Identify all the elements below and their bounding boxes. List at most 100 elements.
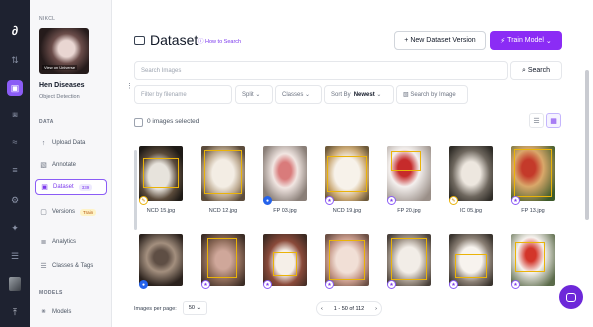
image-tile[interactable] — [325, 234, 369, 286]
image-tile[interactable] — [263, 234, 307, 286]
sidebar-item-label: Upload Data — [52, 140, 86, 146]
sidebar-item-versions[interactable]: ▢ Versions Train — [35, 204, 107, 220]
chat-icon — [566, 292, 576, 302]
image-tile[interactable] — [387, 234, 431, 286]
grid-view-toggle-icon[interactable]: ▦ — [546, 113, 561, 128]
sidebar-item-label: Classes & Tags — [52, 263, 94, 269]
image-tile[interactable] — [201, 234, 245, 286]
workflow-icon[interactable]: ⩏ — [7, 106, 23, 122]
dataset-rail-icon[interactable]: ▣ — [7, 80, 23, 96]
per-page-label: Images per page: — [134, 306, 177, 312]
annotation-status-icon: ✎ — [139, 196, 148, 205]
image-tile[interactable] — [511, 146, 555, 201]
annotation-status-icon: ★ — [387, 280, 396, 289]
page-title: Dataset — [150, 32, 199, 48]
upload-icon: ↑ — [41, 139, 46, 147]
how-to-search-link[interactable]: ⓘ How to Search — [198, 37, 241, 45]
chevron-down-icon: ⌄ — [374, 92, 382, 98]
list-view-toggle-icon[interactable]: ☰ — [529, 113, 544, 128]
image-tile[interactable] — [139, 146, 183, 201]
project-thumbnail[interactable]: View on Universe — [39, 28, 89, 74]
image-tile[interactable] — [139, 234, 183, 286]
filename-filter-input[interactable]: Filter by filename — [134, 85, 232, 104]
sort-label: Sort By — [331, 91, 351, 98]
sidebar-item-models[interactable]: ⨳ Models — [35, 304, 107, 320]
user-thumb-icon[interactable] — [7, 276, 23, 292]
deploy-icon[interactable]: ≈ — [7, 134, 23, 150]
settings-icon[interactable]: ⚙ — [7, 192, 23, 208]
sort-dropdown[interactable]: Sort By Newest ⌄ — [324, 85, 394, 104]
selection-count: 0 images selected — [147, 118, 200, 125]
search-by-image-label: Search by Image — [410, 91, 456, 98]
sidebar-item-label: Models — [52, 309, 72, 315]
annotation-status-icon: ★ — [325, 196, 334, 205]
search-by-image-button[interactable]: ▧ Search by Image — [396, 85, 468, 104]
sort-value: Newest — [353, 91, 375, 98]
annotation-status-icon: ★ — [263, 280, 272, 289]
page-range: 1 - 50 of 112 — [333, 305, 365, 312]
sidebar-item-label: Analytics — [52, 239, 77, 245]
image-filename: FP 03.jpg — [273, 208, 297, 214]
new-dataset-version-button[interactable]: + New Dataset Version — [394, 31, 486, 50]
section-data-label: DATA — [39, 119, 54, 125]
select-all-checkbox[interactable] — [134, 118, 143, 127]
stack-icon[interactable]: ≡ — [7, 162, 23, 178]
project-type: Object Detection — [39, 94, 80, 100]
sidebar-item-upload[interactable]: ↑ Upload Data — [35, 135, 107, 151]
dataset-title-icon — [134, 36, 145, 45]
annotation-status-icon: ● — [139, 280, 148, 289]
sidebar-item-dataset[interactable]: ▣ Dataset 339 — [35, 179, 107, 195]
image-tile[interactable] — [449, 234, 493, 286]
annotation-status-icon: ✎ — [449, 196, 458, 205]
chevron-down-icon: ⌄ — [194, 305, 202, 311]
annotation-status-icon: ★ — [387, 196, 396, 205]
sidebar-item-label: Annotate — [52, 162, 77, 168]
annotation-status-icon: ★ — [325, 280, 334, 289]
image-tile[interactable] — [201, 146, 245, 201]
image-tile[interactable] — [449, 146, 493, 201]
versions-train-badge: Train — [80, 208, 97, 216]
classes-label: Classes — [282, 91, 304, 98]
sidebar-item-classes-tags[interactable]: ☰ Classes & Tags — [35, 258, 107, 274]
search-input[interactable]: Search Images — [134, 61, 508, 80]
roboflow-logo-icon[interactable]: ∂ — [7, 22, 23, 38]
analytics-icon: ≣ — [40, 239, 47, 246]
upload-rail-icon[interactable]: ⤒ — [7, 304, 23, 320]
sidebar-item-analytics[interactable]: ≣ Analytics — [35, 234, 107, 250]
annotation-status-icon: ★ — [201, 280, 210, 289]
dataset-icon: ▣ — [41, 184, 48, 191]
image-icon: ▧ — [403, 92, 411, 98]
main-scrollbar[interactable] — [585, 70, 589, 220]
prev-page-icon[interactable]: ‹ — [321, 306, 323, 312]
book-icon[interactable]: ☰ — [7, 248, 23, 264]
next-page-icon[interactable]: › — [375, 306, 377, 312]
versions-icon: ▢ — [40, 209, 47, 216]
classes-dropdown[interactable]: Classes ⌄ — [275, 85, 322, 104]
image-tile[interactable] — [263, 146, 307, 201]
image-tile[interactable] — [511, 234, 555, 286]
icon-rail: ∂ ⇅ ▣ ⩏ ≈ ≡ ⚙ ✦ ☰ ⤒ — [0, 0, 30, 327]
search-button[interactable]: ⌕ Search — [510, 61, 562, 80]
annotation-status-icon: ★ — [449, 280, 458, 289]
tags-icon: ☰ — [40, 263, 47, 270]
image-tile[interactable] — [325, 146, 369, 201]
image-filename: NCD 19.jpg — [332, 208, 362, 214]
per-page-select[interactable]: 50 ⌄ — [183, 301, 207, 315]
sidebar-item-annotate[interactable]: ▧ Annotate — [35, 157, 107, 173]
annotation-status-icon: ★ — [511, 280, 520, 289]
image-tile[interactable] — [387, 146, 431, 201]
project-name: Hen Diseases — [39, 82, 85, 89]
split-dropdown[interactable]: Split ⌄ — [235, 85, 273, 104]
section-models-label: MODELS — [39, 290, 63, 296]
projects-icon[interactable]: ⇅ — [7, 52, 23, 68]
chevron-down-icon: ⌄ — [253, 92, 261, 98]
pagination-control: ‹ 1 - 50 of 112 › — [316, 301, 382, 316]
chat-support-button[interactable] — [559, 285, 583, 309]
chevron-down-icon: ⌄ — [303, 92, 311, 98]
magic-icon[interactable]: ✦ — [7, 220, 23, 236]
train-model-button[interactable]: ⚡︎ Train Model ⌄ — [490, 31, 562, 50]
models-icon: ⨳ — [41, 308, 46, 315]
annotation-status-icon: ★ — [511, 196, 520, 205]
project-sidebar: NIKCL View on Universe Hen Diseases ⋮ Ob… — [30, 0, 137, 327]
image-filename: FP 20.jpg — [397, 208, 421, 214]
